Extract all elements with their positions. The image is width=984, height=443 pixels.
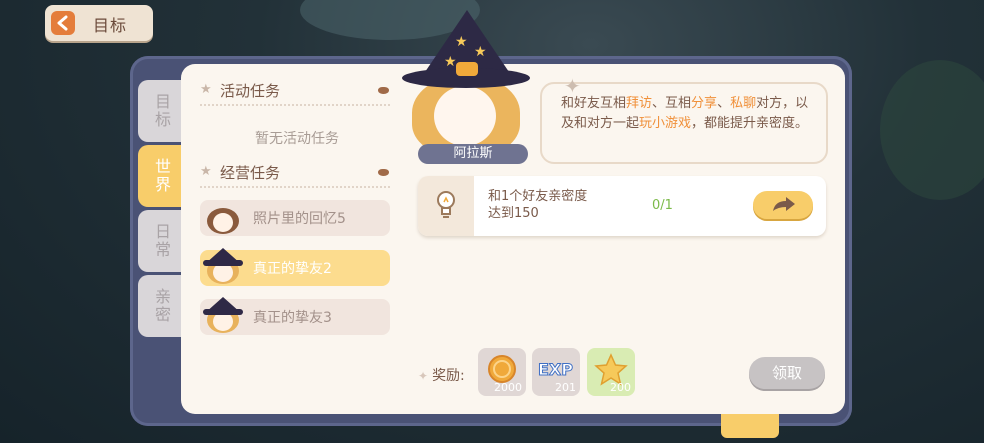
go-arrow-icon bbox=[773, 197, 795, 211]
task-objective-text: 和1个好友亲密度 达到150 bbox=[488, 189, 588, 221]
task-avatar bbox=[203, 295, 243, 335]
task-objective-card: 和1个好友亲密度 达到150 0/1 bbox=[418, 176, 826, 236]
reward-star[interactable]: 200 bbox=[587, 348, 635, 396]
lightbulb-icon bbox=[437, 191, 455, 218]
reward-amount: 201 bbox=[555, 381, 576, 394]
tab-world[interactable]: 世界 bbox=[138, 145, 184, 207]
section-star-icon: ★ bbox=[200, 164, 212, 179]
business-section-title: 经营任务 bbox=[220, 164, 281, 182]
reward-amount: 200 bbox=[610, 381, 631, 394]
task-progress: 0/1 bbox=[652, 198, 673, 213]
section-collapse-icon[interactable] bbox=[378, 87, 389, 94]
divider bbox=[200, 104, 390, 106]
tab-goal-label: 目标 bbox=[152, 93, 171, 129]
background-scene-right bbox=[880, 60, 984, 200]
task-item-label: 真正的挚友2 bbox=[253, 261, 332, 277]
back-arrow-icon bbox=[51, 11, 75, 35]
tab-daily-label: 日常 bbox=[152, 223, 171, 259]
task-avatar bbox=[203, 246, 243, 286]
speech-bubble: 和好友互相拜访、互相分享、私聊对方，以及和对方一起玩小游戏，都能提升亲密度。 bbox=[540, 82, 828, 164]
speech-bubble-text: 和好友互相拜访、互相分享、私聊对方，以及和对方一起玩小游戏，都能提升亲密度。 bbox=[561, 96, 809, 131]
reward-amount: 2000 bbox=[494, 381, 522, 394]
task-item[interactable]: 真正的挚友2 bbox=[200, 248, 390, 286]
task-item-label: 照片里的回忆5 bbox=[253, 211, 346, 227]
tab-world-label: 世界 bbox=[152, 158, 171, 194]
npc-portrait: ★ ★ ★ bbox=[400, 10, 530, 160]
section-collapse-icon[interactable] bbox=[378, 169, 389, 176]
back-button[interactable]: 目标 bbox=[45, 5, 153, 41]
tab-goal[interactable]: 目标 bbox=[138, 80, 184, 142]
tab-intimacy[interactable]: 亲密 bbox=[138, 275, 184, 337]
activity-section-title: 活动任务 bbox=[220, 82, 281, 100]
task-item[interactable]: 真正的挚友3 bbox=[200, 297, 390, 335]
reward-coin[interactable]: 2000 bbox=[478, 348, 526, 396]
npc-name-tag: 阿拉斯 bbox=[418, 144, 528, 164]
reward-exp[interactable]: EXP 201 bbox=[532, 348, 580, 396]
go-button[interactable] bbox=[753, 191, 813, 219]
tab-intimacy-label: 亲密 bbox=[152, 288, 171, 324]
back-button-label: 目标 bbox=[93, 16, 128, 35]
section-star-icon: ★ bbox=[200, 82, 212, 97]
claim-button[interactable]: 领取 bbox=[749, 357, 825, 389]
task-icon-box bbox=[418, 176, 474, 236]
task-item-label: 真正的挚友3 bbox=[253, 310, 332, 326]
bottom-handle[interactable] bbox=[721, 414, 779, 438]
task-avatar bbox=[203, 196, 243, 236]
activity-empty-text: 暂无活动任务 bbox=[255, 131, 339, 147]
reward-label: ✦ 奖励: bbox=[418, 368, 465, 384]
tab-daily[interactable]: 日常 bbox=[138, 210, 184, 272]
task-item[interactable]: 照片里的回忆5 bbox=[200, 200, 390, 236]
sparkle-icon: ✦ bbox=[564, 74, 581, 98]
divider bbox=[200, 186, 390, 188]
exp-icon: EXP bbox=[538, 360, 574, 380]
